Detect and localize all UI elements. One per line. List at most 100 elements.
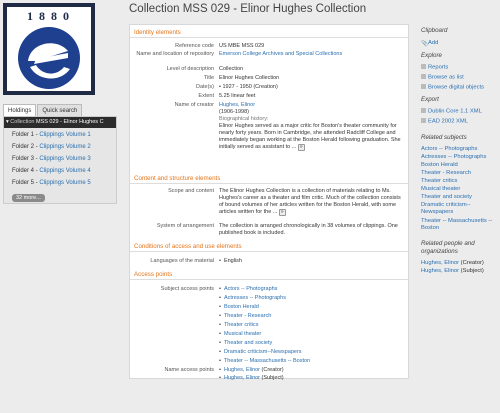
clipboard-add-link[interactable]: 📎Add [421, 40, 499, 47]
creator-link[interactable]: Hughes, Elinor [219, 102, 405, 109]
related-subject-link[interactable]: Dramatic criticism--Newspapers [421, 202, 499, 216]
institution-logo[interactable]: 1880 [3, 3, 95, 95]
field-label: Name and location of repository [136, 51, 214, 57]
paperclip-icon: 📎 [421, 40, 429, 47]
section-access-conditions-heading[interactable]: Conditions of access and use elements [130, 241, 408, 252]
tree-item[interactable]: Folder 2 - Clippings Volume 2 [12, 144, 91, 150]
bio-label: Biographical history: [219, 116, 269, 122]
subject-link[interactable]: Actors -- Photographs [219, 286, 278, 293]
bio-text: Elinor Hughes served as a major critic f… [219, 123, 405, 151]
subject-link[interactable]: Theater -- Massachusetts -- Boston [219, 358, 310, 365]
related-person-item: Hughes, Elinor (Subject) [421, 268, 499, 275]
browse-list-label: Browse as list [428, 74, 464, 81]
tree-more-button[interactable]: 32 more... [12, 194, 45, 202]
dates-value: • 1927 - 1950 (Creation) [219, 84, 278, 90]
tree-item-label[interactable]: Clippings Volume 4 [39, 168, 90, 174]
scope-expand-button[interactable]: » [278, 209, 286, 216]
related-subject-link[interactable]: Theater and society [421, 194, 499, 201]
field-label: Name of creator [174, 102, 214, 108]
field-label: Extent [198, 93, 214, 99]
dublin-core-link[interactable]: Dublin Core 1.1 XML [421, 108, 499, 116]
field-label: Date(s) [195, 84, 214, 90]
section-access-points-heading[interactable]: Access points [130, 269, 408, 280]
tree-item[interactable]: Folder 1 - Clippings Volume 1 [12, 132, 91, 138]
ead-label: EAD 2002 XML [428, 118, 468, 125]
related-person-role: (Creator) [460, 260, 484, 266]
bio-text-content: Elinor Hughes served as a major critic f… [219, 123, 401, 150]
ead-link[interactable]: EAD 2002 XML [421, 118, 499, 126]
logo-emblem-icon [18, 27, 80, 89]
field-label: Languages of the material [150, 258, 214, 264]
subject-link[interactable]: Boston Herald [219, 304, 259, 311]
bio-expand-button[interactable]: » [297, 144, 305, 151]
tree-item-prefix: Folder 4 [12, 168, 35, 174]
field-label: Name access points [164, 367, 214, 373]
related-subject-link[interactable]: Actresses -- Photographs [421, 154, 499, 161]
related-people-label: Related people and organizations [421, 240, 475, 255]
sidebar-clipboard-heading: Clipboard [421, 27, 499, 35]
field-label: Scope and content [168, 188, 214, 194]
field-label: Subject access points [160, 286, 214, 292]
level-value: Collection [219, 66, 244, 72]
subject-link[interactable]: Musical theater [219, 331, 261, 338]
browse-digital-label: Browse digital objects [428, 84, 485, 91]
subject-link[interactable]: Theater critics [219, 322, 259, 329]
name-access-item: Hughes, Elinor (Creator) [219, 367, 284, 374]
name-link[interactable]: Hughes, Elinor [224, 375, 260, 381]
related-subject-link[interactable]: Theater -- Massachusetts -- Boston [421, 218, 499, 232]
repository-link[interactable]: Emerson College Archives and Special Col… [219, 51, 405, 58]
tree-item-prefix: Folder 5 [12, 180, 35, 186]
dates-text: 1927 - 1950 (Creation) [222, 84, 278, 90]
tree-item-prefix: Folder 1 [12, 132, 35, 138]
tree-root-value: MSS 029 - Elinor Hughes C [35, 119, 104, 125]
tree-item-label[interactable]: Clippings Volume 1 [39, 132, 90, 138]
subject-link[interactable]: Theater - Research [219, 313, 271, 320]
related-subject-link[interactable]: Theater - Research [421, 170, 499, 177]
tree-root-collection[interactable]: ▾ Collection MSS 029 - Elinor Hughes C [4, 117, 116, 128]
field-label: Title [203, 75, 214, 81]
tree-item[interactable]: Folder 5 - Clippings Volume 5 [12, 180, 91, 186]
tree-root-label: Collection [10, 119, 35, 125]
subject-link[interactable]: Theater and society [219, 340, 272, 347]
tree-item[interactable]: Folder 3 - Clippings Volume 3 [12, 156, 91, 162]
related-person-link[interactable]: Hughes, Elinor [421, 260, 459, 266]
subject-link[interactable]: Dramatic criticism--Newspapers [219, 349, 302, 356]
arrangement-text: The collection is arranged chronological… [219, 223, 398, 236]
related-subject-link[interactable]: Boston Herald [421, 162, 499, 169]
scope-text-content: The Elinor Hughes Collection is a collec… [219, 188, 401, 215]
name-role: (Creator) [261, 367, 284, 373]
holdings-treeview: ▾ Collection MSS 029 - Elinor Hughes C F… [3, 116, 117, 204]
list-icon [421, 74, 426, 79]
tree-item-label[interactable]: Clippings Volume 2 [39, 144, 90, 150]
clipboard-heading: Clipboard [421, 27, 448, 34]
sidebar-explore-heading: Explore [421, 52, 499, 60]
subject-link[interactable]: Actresses -- Photographs [219, 295, 286, 302]
add-label: Add [428, 40, 439, 46]
reports-icon [421, 64, 426, 69]
image-icon [421, 84, 426, 89]
section-content-heading[interactable]: Content and structure elements [130, 173, 408, 184]
reports-link[interactable]: Reports [421, 64, 499, 72]
tree-item-label[interactable]: Clippings Volume 5 [39, 180, 90, 186]
sidebar-export-heading: Export [421, 96, 499, 104]
related-person-link[interactable]: Hughes, Elinor [421, 268, 459, 274]
related-subject-link[interactable]: Theater critics [421, 178, 499, 185]
browse-digital-link[interactable]: Browse digital objects [421, 84, 499, 92]
related-subjects-heading: Related subjects [421, 134, 499, 142]
reference-code-value: US MBE MSS 029 [219, 43, 265, 49]
tree-item-label[interactable]: Clippings Volume 3 [39, 156, 90, 162]
related-subjects-label: Related subjects [421, 134, 467, 141]
language-value: English [219, 258, 242, 265]
explore-heading: Explore [421, 52, 442, 59]
field-label: Level of description [166, 66, 214, 72]
related-subject-link[interactable]: Actors -- Photographs [421, 146, 499, 153]
tree-item[interactable]: Folder 4 - Clippings Volume 4 [12, 168, 91, 174]
export-heading: Export [421, 96, 439, 103]
section-identity-heading[interactable]: Identity elements [130, 27, 408, 38]
related-subject-link[interactable]: Musical theater [421, 186, 499, 193]
browse-list-link[interactable]: Browse as list [421, 74, 499, 82]
extent-value: 5.25 linear feet [219, 93, 256, 99]
name-link[interactable]: Hughes, Elinor [224, 367, 260, 373]
description-panel: Identity elements Reference code US MBE … [129, 24, 409, 381]
tree-item-prefix: Folder 3 [12, 156, 35, 162]
